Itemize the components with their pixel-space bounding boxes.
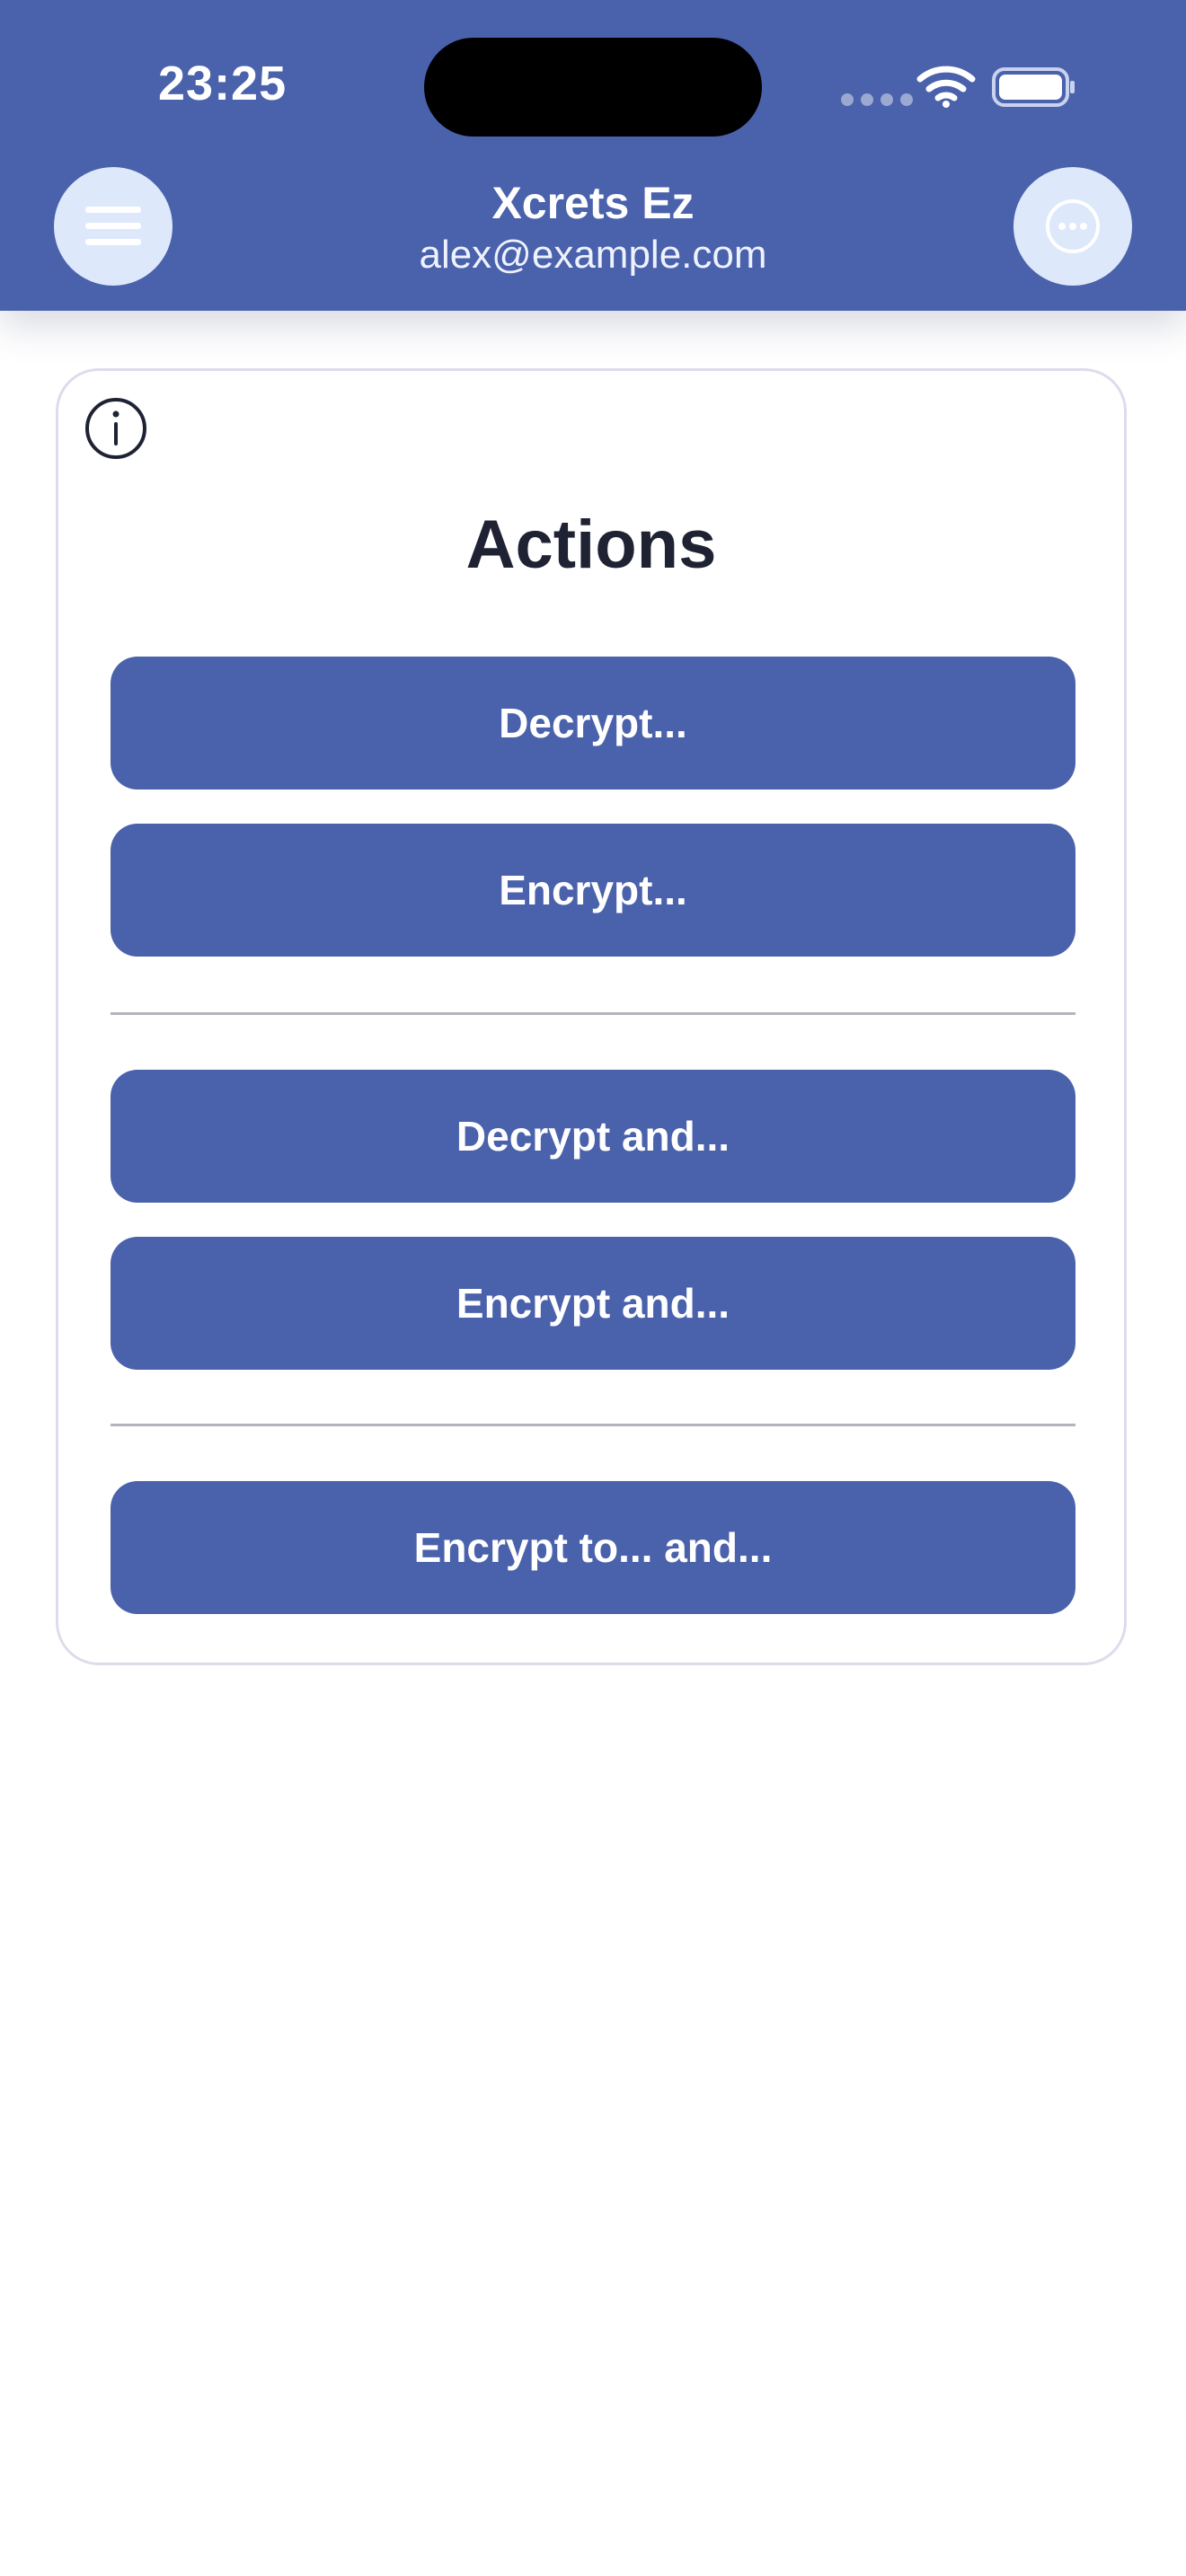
decrypt-and-button[interactable]: Decrypt and... (111, 1070, 1075, 1203)
encrypt-to-and-button[interactable]: Encrypt to... and... (111, 1481, 1075, 1614)
actions-title: Actions (465, 507, 717, 583)
encrypt-button[interactable]: Encrypt... (111, 824, 1075, 957)
divider (111, 1424, 1075, 1426)
app-header: 23:25 Xcrets Ez alex@example.com (0, 0, 1186, 311)
status-bar-time: 23:25 (158, 57, 288, 110)
wifi-icon (916, 66, 976, 108)
info-circle-icon[interactable] (84, 396, 148, 461)
app-title: Xcrets Ez (491, 178, 695, 228)
battery-icon (992, 67, 1075, 107)
hamburger-menu-icon (85, 207, 141, 245)
dynamic-island (424, 38, 762, 137)
decrypt-button[interactable]: Decrypt... (111, 657, 1075, 790)
ellipsis-circle-icon (1046, 199, 1100, 253)
more-options-button[interactable] (1013, 167, 1132, 286)
cellular-signal-icon (841, 93, 913, 106)
actions-card: Actions Decrypt... Encrypt... Decrypt an… (56, 368, 1127, 1665)
divider (111, 1012, 1075, 1015)
header-title-block: Xcrets Ez alex@example.com (270, 176, 916, 280)
encrypt-and-button[interactable]: Encrypt and... (111, 1237, 1075, 1370)
account-email: alex@example.com (419, 233, 767, 277)
menu-button[interactable] (54, 167, 173, 286)
